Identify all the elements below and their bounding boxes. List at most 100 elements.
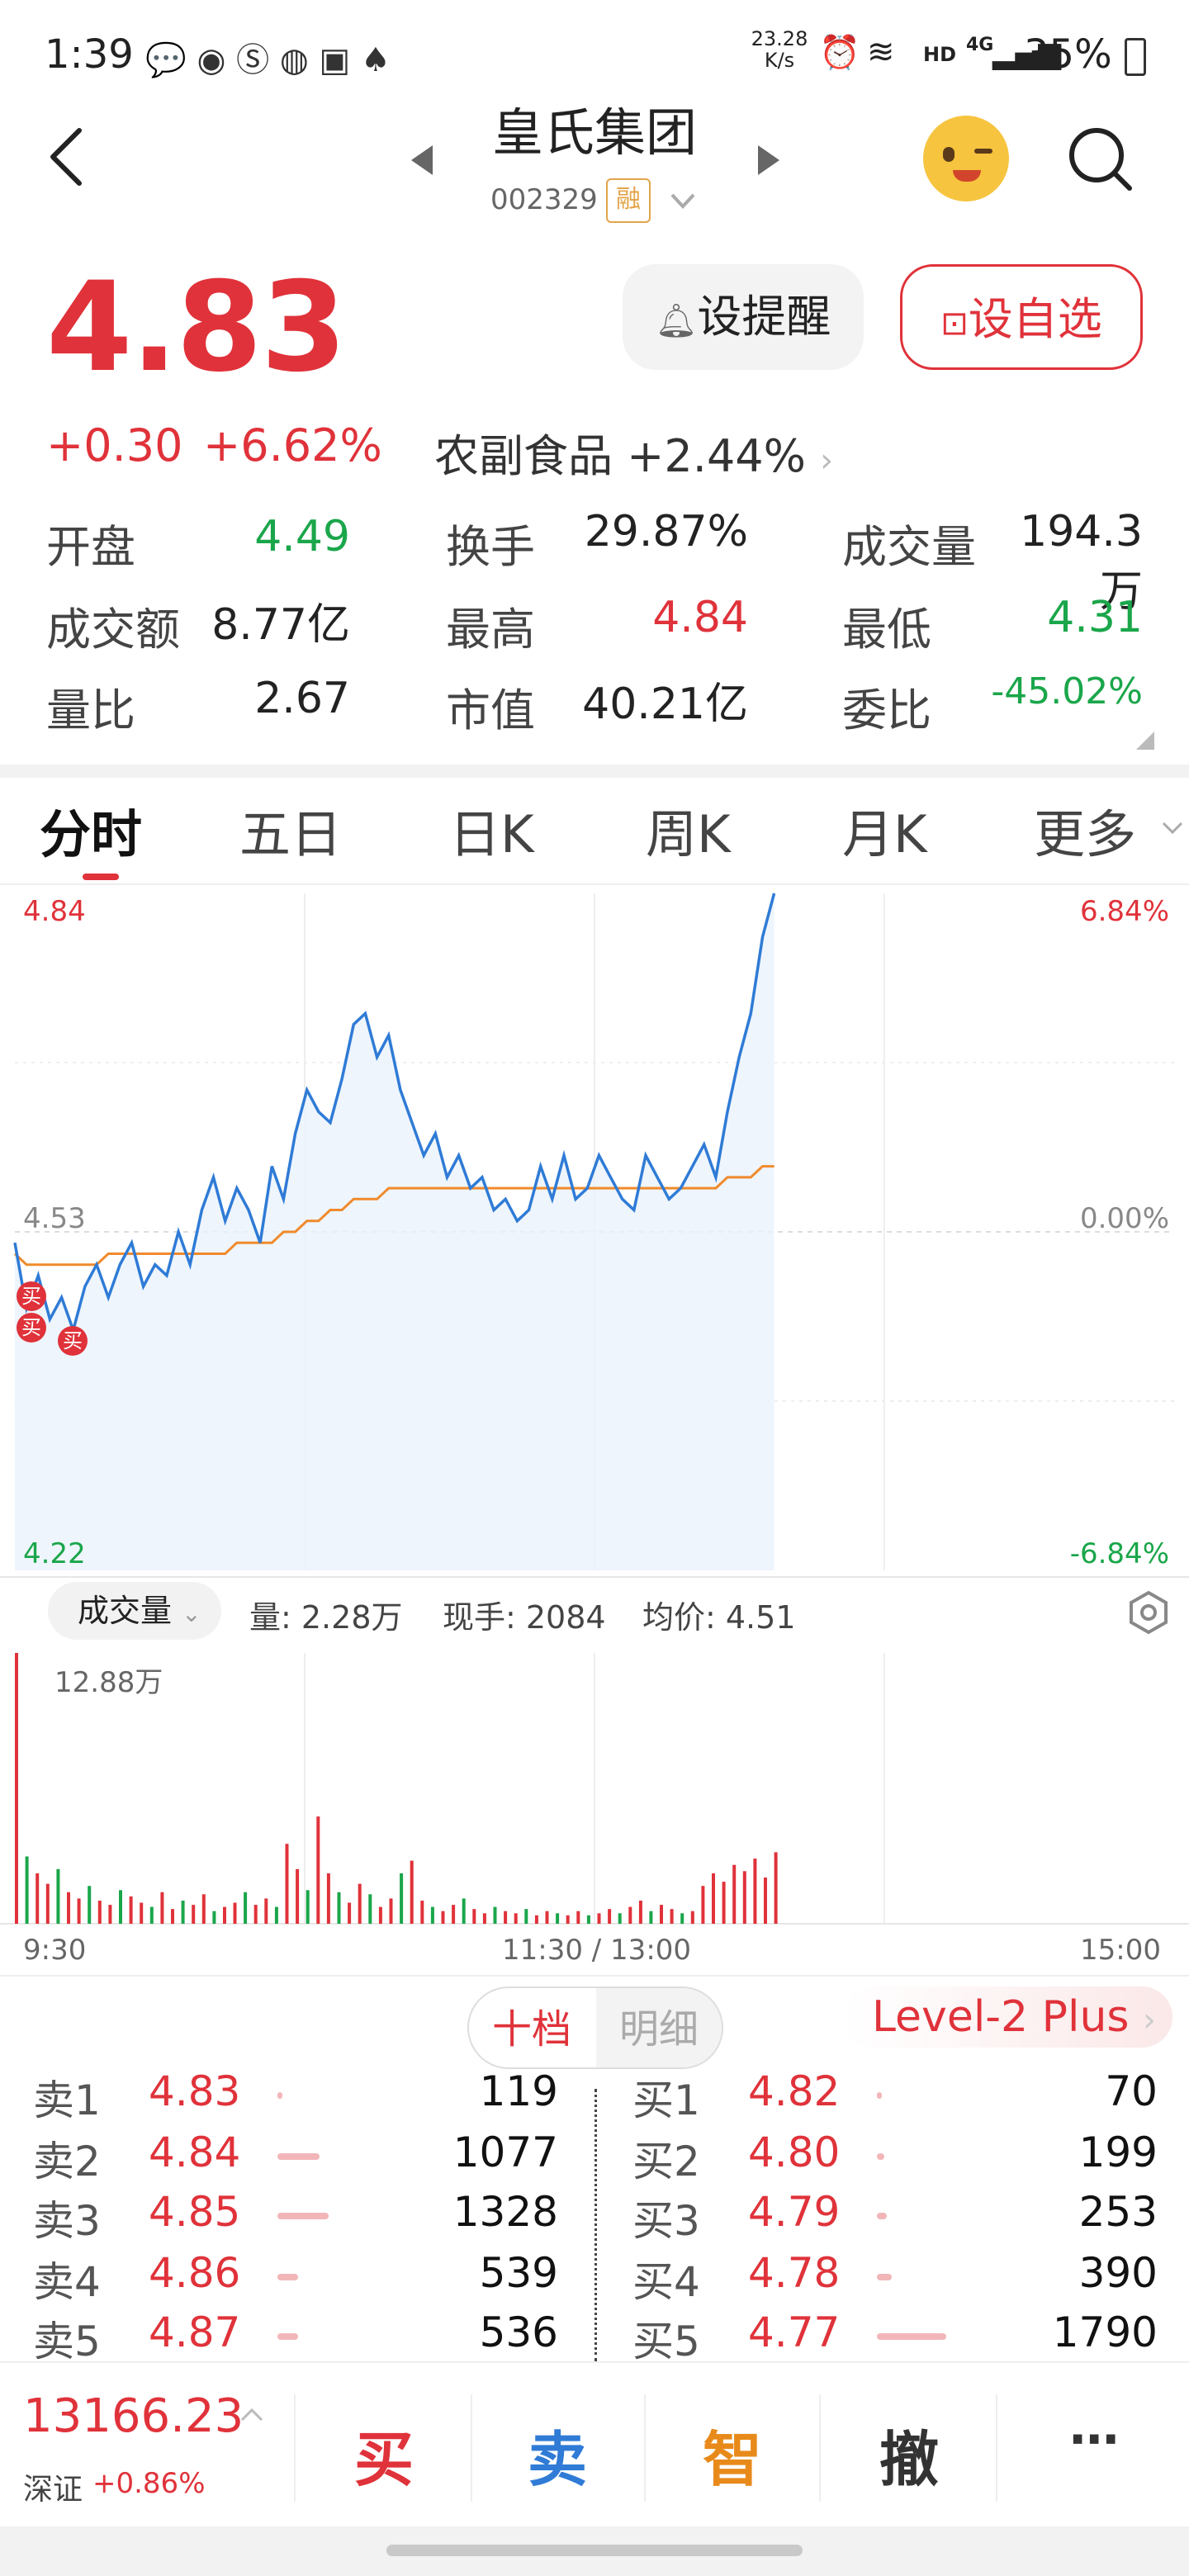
more-chevron-icon	[1162, 822, 1183, 835]
stock-code: 002329	[490, 183, 598, 216]
depth-bar	[277, 2274, 299, 2280]
level-label: 卖2	[33, 2138, 101, 2185]
volume-bar	[545, 1911, 549, 1924]
sell-button[interactable]: 卖	[495, 2411, 619, 2498]
expand-corner-icon[interactable]	[1136, 732, 1154, 750]
volume-bar	[452, 1905, 456, 1924]
level-label: 买2	[632, 2138, 700, 2185]
tab-active-indicator	[83, 874, 119, 880]
hd-label: HD	[923, 43, 957, 66]
sector-link[interactable]: 农副食品 +2.44% ›	[434, 419, 833, 485]
battery-percent: 35%	[1024, 31, 1112, 78]
indicator-selector[interactable]: 成交量 ⌄	[48, 1582, 221, 1640]
volume-bar	[285, 1844, 289, 1924]
mascot-icon[interactable]	[923, 116, 1009, 201]
level-price: 4.84	[149, 2129, 241, 2176]
tab-daily-k[interactable]: 日K	[449, 793, 534, 867]
volume-bar	[680, 1913, 685, 1924]
volume-bar	[358, 1883, 362, 1924]
smart-button[interactable]: 智	[670, 2411, 794, 2498]
volume-bar	[712, 1873, 715, 1924]
current-price: 4.83	[46, 256, 347, 400]
tab-five-day[interactable]: 五日	[239, 793, 342, 867]
tab-monthly-k[interactable]: 月K	[842, 793, 927, 867]
volume-bar	[504, 1911, 508, 1924]
tab-ten-levels[interactable]: 十档	[467, 1988, 596, 2067]
index-value[interactable]: 13166.23	[23, 2389, 244, 2443]
alarm-icon: ⏰	[819, 34, 860, 72]
depth-bar	[277, 2213, 329, 2219]
volume-bar	[306, 1890, 310, 1924]
bar-separator	[294, 2394, 296, 2502]
volume-bar	[108, 1905, 112, 1924]
stat-value-turnover: 29.87%	[584, 507, 748, 556]
tab-intraday[interactable]: 分时	[40, 793, 142, 867]
level2-label: Level-2 Plus	[872, 1992, 1130, 2042]
volume-bar	[337, 1892, 341, 1924]
wifi-icon: ≋	[867, 33, 895, 71]
stat-value-mktcap: 40.21亿	[582, 680, 748, 729]
level2-plus-button[interactable]: Level-2 Plus ›	[842, 1986, 1172, 2048]
volume-bar	[556, 1913, 560, 1924]
tab-weekly-k[interactable]: 周K	[646, 793, 731, 867]
add-watchlist-button[interactable]: ⊡设自选	[900, 264, 1143, 370]
set-alert-button[interactable]: 🔔︎设提醒	[623, 264, 864, 370]
cancel-order-button[interactable]: 撤	[847, 2411, 971, 2498]
volume-bar	[171, 1909, 174, 1924]
depth-bar	[277, 2092, 282, 2099]
volume-bar	[316, 1816, 320, 1924]
volume-bar	[472, 1909, 476, 1924]
level-label: 买1	[632, 2076, 700, 2124]
trade-marker[interactable]: 买	[58, 1326, 88, 1356]
avg-price-readout: 均价: 4.51	[642, 1599, 796, 1636]
chevron-up-icon[interactable]	[239, 2406, 264, 2422]
level-label: 卖1	[33, 2076, 101, 2124]
level-quantity: 1328	[452, 2188, 558, 2236]
volume-bar	[638, 1901, 642, 1924]
bell-icon: 🔔︎	[655, 302, 698, 340]
tab-more[interactable]: 更多	[1034, 793, 1136, 867]
level-price: 4.78	[748, 2249, 841, 2297]
volume-bar	[586, 1915, 590, 1924]
pct-axis-top: 6.84%	[1079, 895, 1169, 928]
settings-icon[interactable]	[1126, 1590, 1171, 1635]
add-watchlist-label: 设自选	[968, 293, 1102, 345]
stat-label-vol-ratio: 量比	[46, 684, 135, 736]
level-price: 4.83	[149, 2067, 241, 2115]
level-price: 4.80	[748, 2129, 841, 2176]
stat-label-turnover: 换手	[446, 521, 535, 573]
volume-bar	[296, 1868, 300, 1924]
level-quantity: 1077	[452, 2129, 558, 2176]
volume-bar	[722, 1882, 726, 1924]
volume-bar	[774, 1852, 778, 1924]
level-price: 4.86	[149, 2249, 241, 2297]
volume-bar	[660, 1905, 663, 1924]
trade-marker[interactable]: 买	[17, 1281, 46, 1311]
chevron-down-icon[interactable]	[669, 192, 697, 211]
more-menu-button[interactable]: ⋯	[1032, 2411, 1156, 2469]
stat-label-mktcap: 市值	[446, 684, 535, 736]
level-quantity: 539	[479, 2249, 558, 2297]
indicator-selector-label: 成交量	[78, 1593, 173, 1629]
level-label: 卖5	[33, 2318, 101, 2365]
net-speed-unit: K/s	[764, 49, 795, 72]
search-icon[interactable]	[1065, 124, 1136, 195]
volume-chart[interactable]	[0, 1646, 1189, 1932]
buy-button[interactable]: 买	[322, 2411, 446, 2498]
level-quantity: 70	[1105, 2067, 1158, 2115]
volume-bar	[129, 1896, 133, 1924]
volume-bar	[97, 1901, 102, 1924]
level-quantity: 119	[479, 2067, 558, 2115]
volume-bar	[524, 1909, 528, 1924]
intraday-price-chart[interactable]	[0, 885, 1189, 1579]
trade-marker[interactable]: 买	[17, 1313, 46, 1342]
next-stock-icon[interactable]	[755, 142, 783, 178]
volume-bar	[670, 1909, 674, 1924]
tab-trade-details[interactable]: 明细	[596, 1988, 722, 2067]
volume-bar	[45, 1883, 50, 1924]
now-hand-readout: 现手: 2084	[443, 1599, 606, 1636]
home-indicator[interactable]	[386, 2545, 803, 2556]
depth-bar	[277, 2153, 320, 2160]
volume-bar	[732, 1864, 737, 1924]
level-quantity: 390	[1078, 2249, 1158, 2297]
